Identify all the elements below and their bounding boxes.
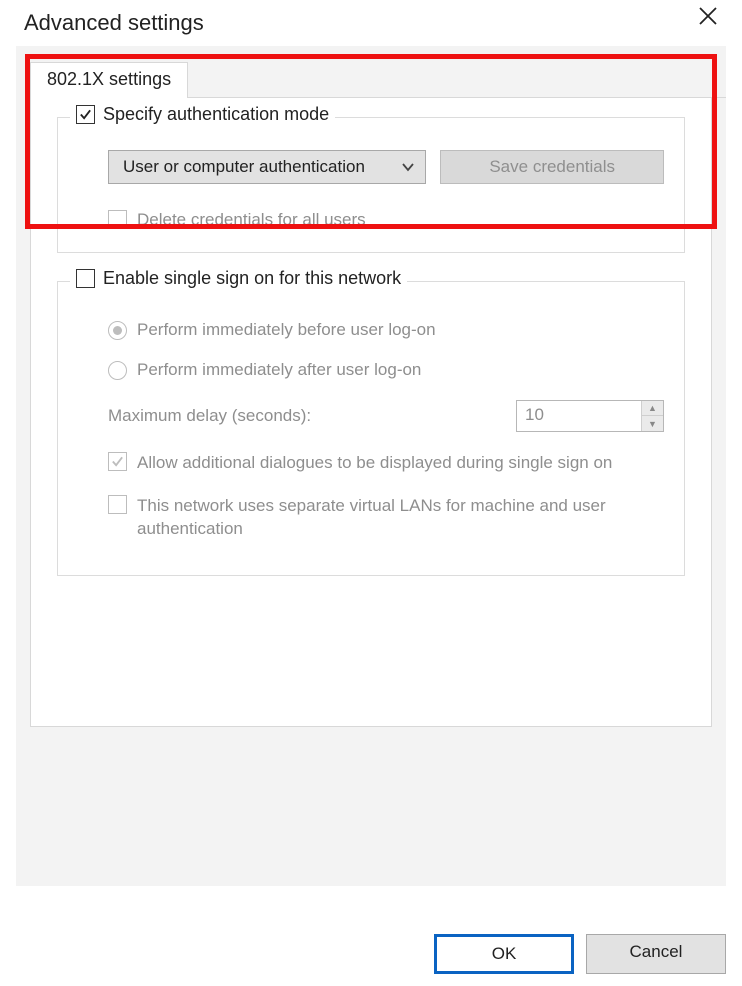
tab-802-1x-settings[interactable]: 802.1X settings — [30, 62, 188, 98]
checkbox-delete-credentials — [108, 210, 127, 229]
fieldset-sso: Enable single sign on for this network P… — [57, 281, 685, 576]
checkbox-specify-auth-mode[interactable] — [76, 105, 95, 124]
spinner-max-delay: 10 ▲ ▼ — [516, 400, 664, 432]
window-title: Advanced settings — [24, 10, 204, 36]
label-enable-sso: Enable single sign on for this network — [103, 268, 401, 289]
label-before-logon: Perform immediately before user log-on — [137, 320, 436, 340]
label-delete-credentials: Delete credentials for all users — [137, 210, 366, 230]
cancel-button[interactable]: Cancel — [586, 934, 726, 974]
dropdown-auth-mode[interactable]: User or computer authentication — [108, 150, 426, 184]
fieldset-auth-mode: Specify authentication mode User or comp… — [57, 117, 685, 253]
label-separate-vlan: This network uses separate virtual LANs … — [137, 495, 664, 541]
radio-after-logon — [108, 361, 127, 380]
label-allow-dialogs: Allow additional dialogues to be display… — [137, 452, 612, 475]
dropdown-auth-mode-value: User or computer authentication — [123, 157, 365, 177]
spinner-down-icon: ▼ — [642, 416, 663, 431]
label-after-logon: Perform immediately after user log-on — [137, 360, 421, 380]
radio-before-logon — [108, 321, 127, 340]
spinner-up-icon: ▲ — [642, 401, 663, 416]
spinner-max-delay-value: 10 — [517, 401, 641, 431]
ok-button[interactable]: OK — [434, 934, 574, 974]
label-max-delay: Maximum delay (seconds): — [108, 406, 311, 426]
checkbox-allow-dialogs — [108, 452, 127, 471]
label-specify-auth-mode: Specify authentication mode — [103, 104, 329, 125]
checkbox-separate-vlan — [108, 495, 127, 514]
save-credentials-button: Save credentials — [440, 150, 664, 184]
checkbox-enable-sso[interactable] — [76, 269, 95, 288]
chevron-down-icon — [401, 160, 415, 175]
close-button[interactable] — [692, 6, 724, 31]
